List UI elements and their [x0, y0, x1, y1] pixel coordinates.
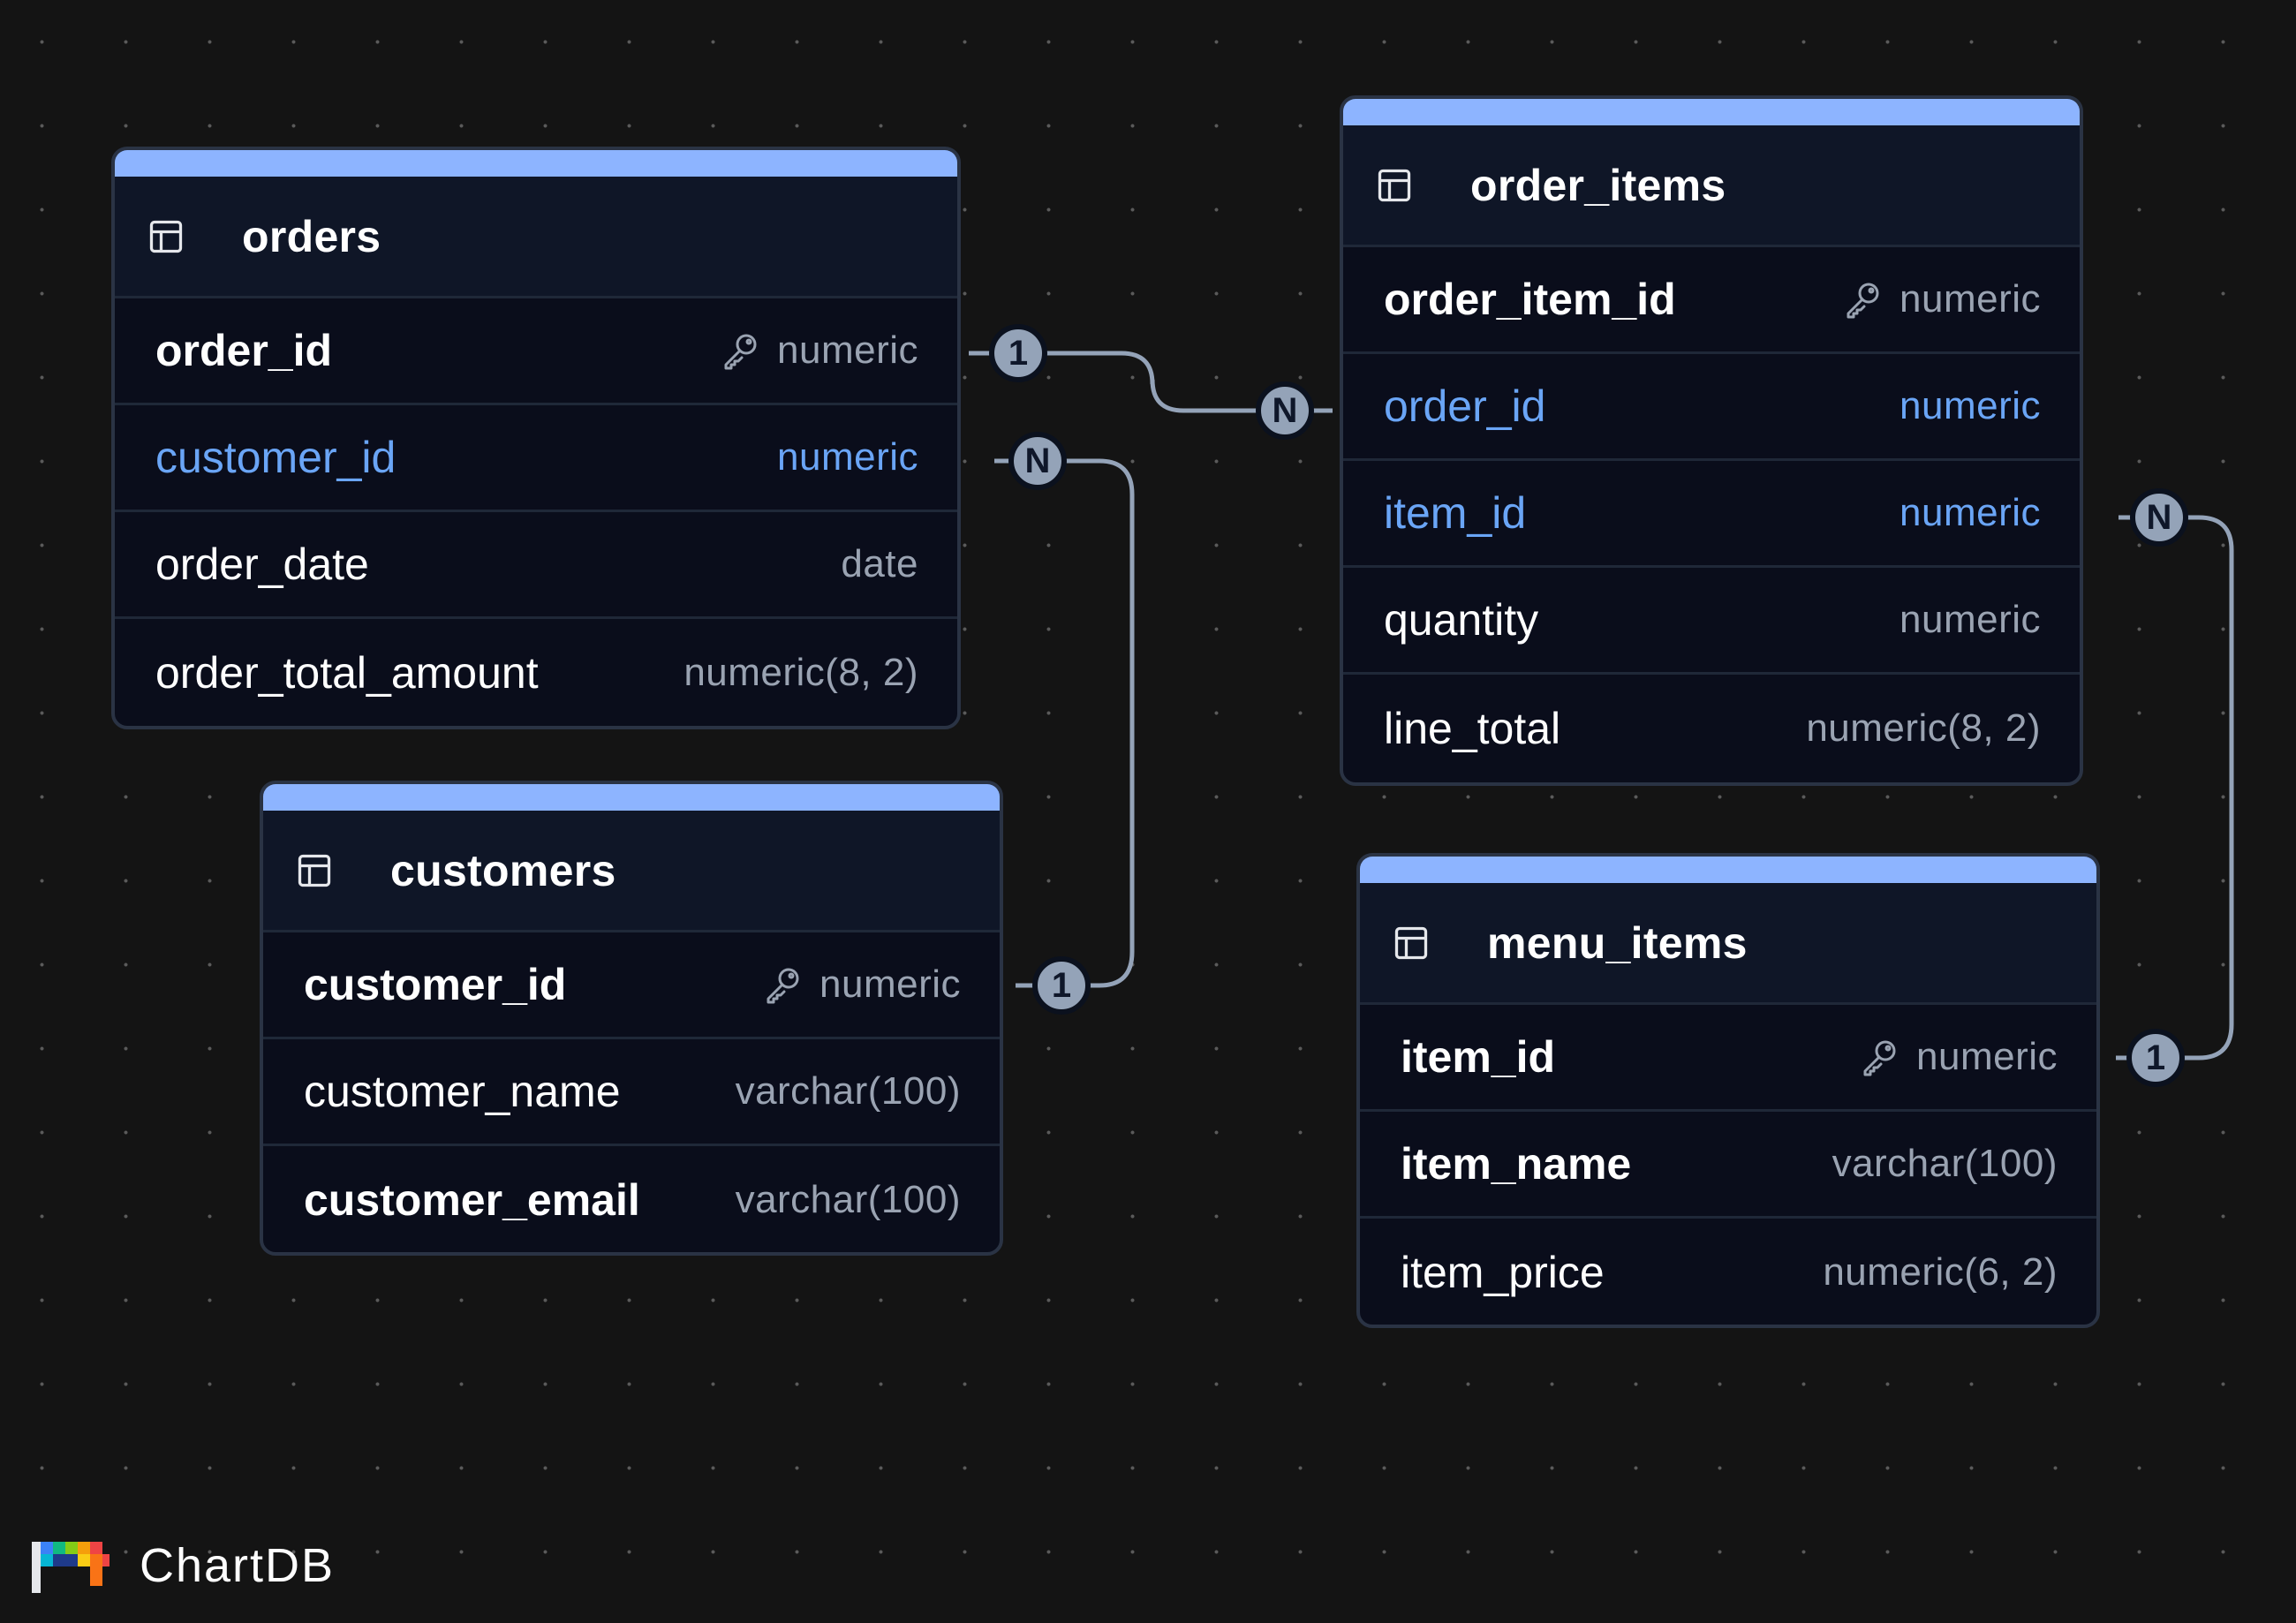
- field-type: numeric(6, 2): [1823, 1249, 2058, 1294]
- brand-name: ChartDB: [140, 1539, 336, 1592]
- table-title: menu_items: [1487, 917, 1748, 968]
- field-type: numeric: [1899, 598, 2041, 641]
- field-type: varchar(100): [735, 1177, 961, 1221]
- field-row-item-name[interactable]: item_name varchar(100): [1360, 1112, 2096, 1219]
- field-name: customer_id: [155, 433, 397, 482]
- cardinality-badge-order-items-order-id: N: [1256, 381, 1314, 440]
- field-row-order-id[interactable]: order_id numeric: [115, 298, 957, 405]
- field-type: numeric: [777, 328, 918, 372]
- cardinality-badge-order-items-item-id: N: [2130, 488, 2188, 547]
- table-title: customers: [390, 845, 616, 895]
- field-row-item-id[interactable]: item_id numeric: [1343, 461, 2080, 568]
- field-row-order-item-id[interactable]: order_item_id numeric: [1343, 247, 2080, 354]
- field-row-order-id[interactable]: order_id numeric: [1343, 354, 2080, 461]
- field-row-customer-id[interactable]: customer_id numeric: [115, 405, 957, 512]
- table-title: order_items: [1470, 160, 1726, 210]
- field-row-customer-name[interactable]: customer_name varchar(100): [263, 1039, 1000, 1146]
- field-type: numeric(8, 2): [684, 650, 918, 694]
- field-name: item_id: [1384, 488, 1527, 538]
- field-row-customer-email[interactable]: customer_email varchar(100): [263, 1146, 1000, 1252]
- field-row-order-date[interactable]: order_date date: [115, 512, 957, 619]
- field-name: line_total: [1384, 703, 1561, 753]
- field-type: numeric: [1899, 277, 2041, 321]
- chartdb-logo-icon: [32, 1542, 110, 1593]
- field-type: varchar(100): [1832, 1142, 2058, 1185]
- cardinality-badge-orders-order-id: 1: [989, 324, 1047, 382]
- field-name: item_id: [1401, 1032, 1556, 1082]
- key-icon: [1858, 1036, 1900, 1078]
- table-accent-bar: [115, 150, 957, 177]
- field-row-order-total-amount[interactable]: order_total_amount numeric(8, 2): [115, 619, 957, 726]
- key-icon: [719, 329, 761, 372]
- table-customers[interactable]: customers customer_id numeric customer_n…: [260, 781, 1003, 1256]
- cardinality-badge-customers-customer-id: 1: [1032, 956, 1091, 1015]
- field-row-quantity[interactable]: quantity numeric: [1343, 568, 2080, 675]
- table-header[interactable]: customers: [263, 811, 1000, 932]
- table-icon: [1375, 166, 1414, 205]
- table-title: orders: [242, 211, 381, 261]
- field-type: numeric(8, 2): [1806, 706, 2041, 750]
- field-row-item-price[interactable]: item_price numeric(6, 2): [1360, 1219, 2096, 1325]
- field-name: customer_name: [304, 1067, 621, 1116]
- table-accent-bar: [1360, 857, 2096, 883]
- table-order-items[interactable]: order_items order_item_id numeric order_…: [1340, 95, 2083, 786]
- field-name: order_id: [1384, 381, 1546, 431]
- table-icon: [295, 851, 334, 890]
- field-row-line-total[interactable]: line_total numeric(8, 2): [1343, 675, 2080, 781]
- chartdb-brand: ChartDB: [28, 1535, 335, 1597]
- field-name: order_id: [155, 326, 333, 375]
- table-icon: [1392, 924, 1431, 962]
- field-type: numeric: [1899, 491, 2041, 534]
- key-icon: [761, 963, 804, 1006]
- relationship-edge-orders-customers[interactable]: [994, 458, 1135, 988]
- table-header[interactable]: order_items: [1343, 125, 2080, 247]
- table-orders[interactable]: orders order_id numeric customer_id nume…: [111, 147, 961, 729]
- field-type: numeric: [819, 962, 961, 1006]
- table-accent-bar: [1343, 99, 2080, 125]
- table-header[interactable]: orders: [115, 177, 957, 298]
- field-name: quantity: [1384, 595, 1539, 645]
- cardinality-badge-orders-customer-id: N: [1008, 432, 1067, 490]
- field-name: item_price: [1401, 1247, 1605, 1297]
- relationship-edge-orders-customers-dash: [994, 458, 1060, 988]
- field-row-item-id[interactable]: item_id numeric: [1360, 1005, 2096, 1112]
- field-name: customer_id: [304, 960, 567, 1009]
- field-name: order_item_id: [1384, 275, 1676, 324]
- field-row-customer-id[interactable]: customer_id numeric: [263, 932, 1000, 1039]
- field-type: date: [841, 542, 918, 585]
- field-name: order_date: [155, 540, 369, 589]
- table-icon: [147, 217, 185, 256]
- field-name: item_name: [1401, 1139, 1632, 1189]
- field-type: numeric: [1899, 384, 2041, 427]
- field-type: varchar(100): [735, 1069, 961, 1113]
- field-name: customer_email: [304, 1174, 640, 1225]
- relationship-edge-order-items-menu-items-dash: [2116, 515, 2159, 1061]
- table-header[interactable]: menu_items: [1360, 883, 2096, 1005]
- field-type: numeric: [777, 435, 918, 479]
- field-name: order_total_amount: [155, 647, 539, 698]
- table-accent-bar: [263, 784, 1000, 811]
- cardinality-badge-menu-items-item-id: 1: [2126, 1029, 2185, 1087]
- relationship-edge-order-items-menu-items[interactable]: [2116, 515, 2234, 1061]
- table-menu-items[interactable]: menu_items item_id numeric item_name var…: [1356, 853, 2100, 1328]
- key-icon: [1841, 278, 1884, 321]
- field-type: numeric: [1916, 1035, 2058, 1078]
